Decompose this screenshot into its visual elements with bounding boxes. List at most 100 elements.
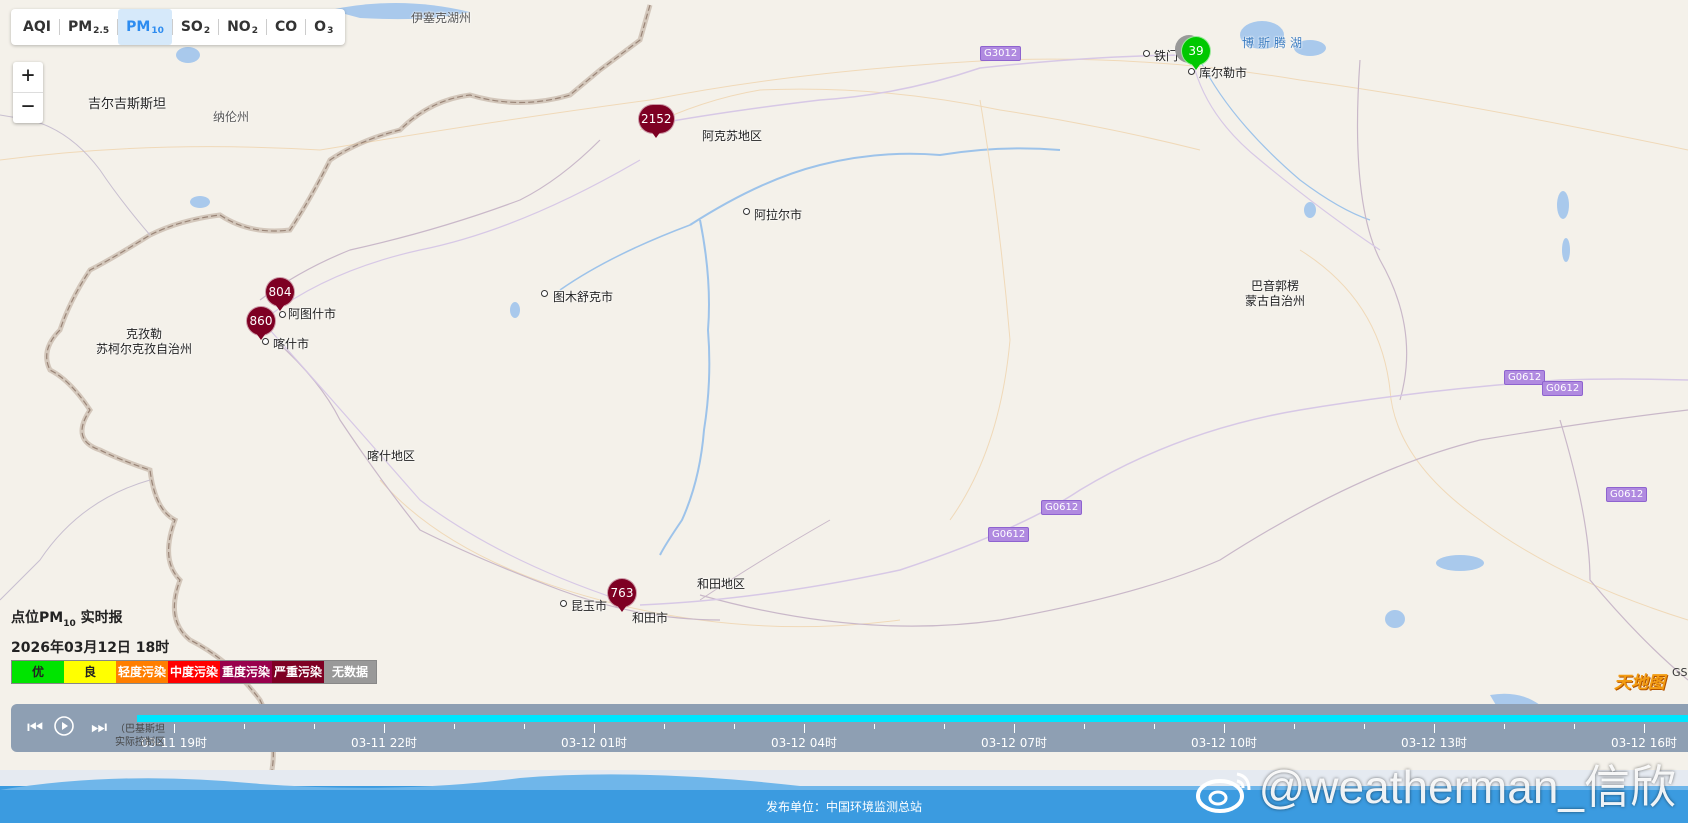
city-dot-alaer xyxy=(743,208,750,215)
timeline-tick xyxy=(1294,724,1295,729)
road-shield-g0612: G0612 xyxy=(988,527,1030,542)
timeline-tick xyxy=(944,724,945,729)
label-bayingol-line2: 蒙古自治州 xyxy=(1245,294,1306,308)
tab-pm25[interactable]: PM 2.5 xyxy=(60,9,117,45)
road-shield-g0612: G0612 xyxy=(1504,370,1546,385)
station-marker[interactable]: 2152 xyxy=(638,104,675,138)
tab-no2[interactable]: NO 2 xyxy=(219,9,266,45)
timeline-label: 03-12 01时 xyxy=(561,736,627,750)
timeline-bar: ⏮ ⏭ 03-11 19时 03-11 22时 03-12 01时 03-12 … xyxy=(11,704,1688,752)
station-marker[interactable]: 860 xyxy=(246,306,276,340)
weibo-logo-icon xyxy=(1195,772,1251,813)
timeline-tick xyxy=(454,724,455,729)
gs-text: GS xyxy=(1672,666,1688,679)
legend-level-light: 轻度污染 xyxy=(116,661,168,683)
marker-tip xyxy=(275,304,285,311)
tab-o3-label: O xyxy=(314,19,327,35)
label-kizilsu-line2: 苏柯尔克孜自治州 xyxy=(96,342,193,356)
label-yisaike: 伊塞克湖州 xyxy=(411,11,472,25)
timeline-tick xyxy=(524,724,525,729)
station-marker[interactable]: 763 xyxy=(607,578,637,612)
label-kizilsu-line1: 克孜勒 xyxy=(126,327,163,341)
label-hotan-city: 和田市 xyxy=(632,611,669,625)
road-shield-g3012: G3012 xyxy=(980,46,1022,61)
tab-so2-sub: 2 xyxy=(203,26,211,36)
city-dot-kunyu xyxy=(560,600,567,607)
label-kizilsu: 克孜勒 苏柯尔克孜自治州 xyxy=(96,327,192,357)
tab-co[interactable]: CO xyxy=(267,9,305,45)
timeline-tick xyxy=(1154,724,1155,729)
label-kunyu: 昆玉市 xyxy=(571,599,608,613)
legend-title-sub: 10 xyxy=(63,618,76,629)
city-dot-tiemen xyxy=(1143,50,1150,57)
timeline-tick xyxy=(1224,724,1225,733)
tab-so2-label: SO xyxy=(180,19,203,35)
tianditu-logo: 天地图 xyxy=(1614,673,1665,693)
label-kyrgyzstan: 吉尔吉斯斯坦 xyxy=(88,97,167,112)
legend-level-severe: 严重污染 xyxy=(272,661,324,683)
label-bayingol-line1: 巴音郭楞 xyxy=(1251,279,1300,293)
label-bayingol: 巴音郭楞 蒙古自治州 xyxy=(1245,279,1305,309)
timeline-label: 03-12 10时 xyxy=(1191,736,1257,750)
timeline-tick xyxy=(174,724,175,733)
timeline-tick xyxy=(874,724,875,729)
label-artux: 阿图什市 xyxy=(288,307,337,321)
label-naryn: 纳伦州 xyxy=(213,110,250,124)
tab-pm25-sub: 2.5 xyxy=(93,26,110,36)
timeline-tick xyxy=(1084,724,1085,729)
label-bosten: 博斯腾湖 xyxy=(1242,36,1307,50)
zoom-out-button[interactable]: − xyxy=(13,92,43,123)
tab-pm10[interactable]: PM 10 xyxy=(118,9,172,45)
legend-level-moderate: 中度污染 xyxy=(168,661,220,683)
tab-co-label: CO xyxy=(274,19,298,35)
legend-bar: 优 良 轻度污染 中度污染 重度污染 严重污染 无数据 xyxy=(11,660,377,684)
legend-level-good: 良 xyxy=(64,661,116,683)
marker-tip xyxy=(1191,63,1201,70)
road-shield-g0612: G0612 xyxy=(1041,500,1083,515)
city-dot-artux xyxy=(279,311,286,318)
tab-no2-sub: 2 xyxy=(251,26,258,36)
pollutant-tab-bar: AQI PM 2.5 PM 10 SO 2 NO 2 CO O3 xyxy=(11,9,346,45)
tab-so2[interactable]: SO 2 xyxy=(173,9,218,45)
marker-tip xyxy=(617,605,627,612)
marker-value: 804 xyxy=(265,277,295,307)
city-dot-tumxuk xyxy=(541,290,548,297)
road-shield-g0612: G0612 xyxy=(1542,381,1584,396)
legend-level-nodata: 无数据 xyxy=(324,661,376,683)
timeline-track[interactable] xyxy=(137,715,1688,722)
tab-aqi[interactable]: AQI xyxy=(15,9,59,45)
pakistan-note: （巴基斯坦 实际控制区 xyxy=(115,723,165,749)
tab-pm25-label: PM xyxy=(67,19,93,35)
timeline-tick xyxy=(1364,724,1365,729)
tab-aqi-label: AQI xyxy=(23,19,51,35)
tab-no2-label: NO xyxy=(227,19,251,35)
timeline-label: 03-12 04时 xyxy=(771,736,837,750)
timeline-tick xyxy=(1644,724,1645,733)
pakistan-note-line1: （巴基斯坦 xyxy=(115,724,165,735)
label-kashgar-region: 喀什地区 xyxy=(367,449,416,463)
timeline-label: 03-12 16时 xyxy=(1611,736,1677,750)
timeline-tick xyxy=(734,724,735,729)
timeline-label: 03-12 07时 xyxy=(981,736,1047,750)
label-alaer: 阿拉尔市 xyxy=(754,208,803,222)
tab-pm10-sub: 10 xyxy=(151,26,164,36)
zoom-in-button[interactable]: + xyxy=(13,62,43,92)
legend-level-excellent: 优 xyxy=(12,661,64,683)
label-aksu-region: 阿克苏地区 xyxy=(702,129,763,143)
zoom-control: + − xyxy=(13,62,43,123)
marker-value: 860 xyxy=(246,306,276,336)
legend-title-prefix: 点位PM xyxy=(11,610,64,626)
timeline-tick xyxy=(594,724,595,733)
watermark-text: @weatherman_信欣 xyxy=(1258,761,1676,813)
tab-o3-sub: 3 xyxy=(327,26,334,36)
marker-tip xyxy=(256,333,266,340)
station-marker[interactable]: 39 xyxy=(1181,36,1211,70)
timeline-label: 03-12 13时 xyxy=(1401,736,1467,750)
map-canvas[interactable]: 伊塞克湖州 吉尔吉斯斯坦 纳伦州 阿克苏地区 阿拉尔市 图木舒克市 阿图什市 喀… xyxy=(0,0,1688,823)
tab-o3[interactable]: O3 xyxy=(306,9,341,45)
marker-value: 39 xyxy=(1181,36,1211,66)
legend-title-suffix: 实时报 xyxy=(75,610,123,626)
label-kashgar-city: 喀什市 xyxy=(273,337,310,351)
tab-pm10-label: PM xyxy=(126,19,151,35)
timeline-label: 03-11 22时 xyxy=(351,736,417,750)
